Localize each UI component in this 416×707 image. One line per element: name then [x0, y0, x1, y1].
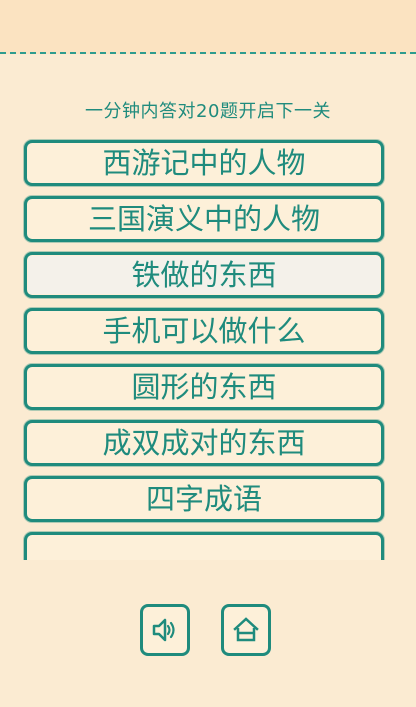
sound-button[interactable]: [140, 604, 190, 656]
level-button[interactable]: 四字成语: [24, 476, 384, 522]
level-button[interactable]: [24, 532, 384, 560]
level-button[interactable]: 三国演义中的人物: [24, 196, 384, 242]
level-button[interactable]: 西游记中的人物: [24, 140, 384, 186]
level-button[interactable]: 手机可以做什么: [24, 308, 384, 354]
speaker-icon: [152, 618, 175, 642]
home-button[interactable]: [221, 604, 271, 656]
top-bar: [0, 0, 416, 54]
level-button-selected[interactable]: 铁做的东西: [24, 252, 384, 298]
bottom-controls: [0, 604, 416, 660]
level-button[interactable]: 圆形的东西: [24, 364, 384, 410]
level-button[interactable]: 成双成对的东西: [24, 420, 384, 466]
level-list[interactable]: 西游记中的人物 三国演义中的人物 铁做的东西 手机可以做什么 圆形的东西 成双成…: [18, 138, 394, 560]
level-instructions: 一分钟内答对20题开启下一关: [85, 101, 331, 122]
home-icon: [233, 617, 259, 642]
